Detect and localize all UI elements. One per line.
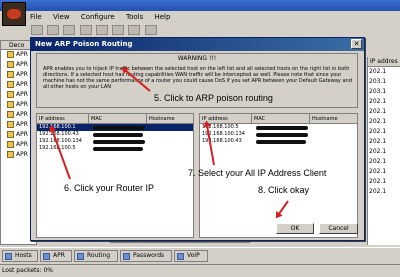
menu-bar: File View Configure Tools Help	[30, 11, 400, 23]
list-item[interactable]: 202.1	[368, 67, 400, 77]
apr-icon	[7, 151, 14, 158]
table-row[interactable]: 192.168.100.43	[37, 131, 193, 138]
redacted-mac	[256, 126, 308, 130]
apr-icon	[7, 141, 14, 148]
new-arp-poison-routing-dialog: New ARP Poison Routing ✕ WARNING !!! APR…	[30, 37, 365, 241]
redacted-mac	[93, 147, 143, 151]
apr-icon	[7, 111, 14, 118]
annotation-step-5: 5. Click to ARP poison routing	[154, 93, 273, 103]
source-host-list: IP address MAC Hostname 192.168.100.1 19…	[36, 113, 194, 238]
ip-cell: 192.168.100.43	[202, 138, 242, 144]
warning-text: APR enables you to hijack IP traffic bet…	[43, 66, 352, 90]
list-item[interactable]: 202.1	[368, 157, 400, 167]
passwords-icon	[123, 253, 130, 260]
tab-hosts[interactable]: Hosts	[2, 250, 38, 262]
voip-icon	[177, 253, 184, 260]
toolbar-button-icon[interactable]	[63, 25, 76, 35]
tab-passwords[interactable]: Passwords	[120, 250, 172, 262]
toolbar-button-icon[interactable]	[112, 25, 125, 35]
redacted-mac	[256, 133, 308, 137]
list-item[interactable]: 202.1	[368, 187, 400, 197]
ip-cell: 192.168.100.134	[39, 138, 82, 144]
toolbar	[30, 23, 400, 37]
dialog-title: New ARP Poison Routing ✕	[31, 38, 364, 51]
annotation-step-8: 8. Click okay	[258, 185, 310, 195]
list-item[interactable]: 202.1	[368, 137, 400, 147]
list-item[interactable]: 202.1	[368, 117, 400, 127]
warning-title: WARNING !!!	[177, 55, 217, 62]
list-item[interactable]: 202.1	[368, 167, 400, 177]
menu-help[interactable]: Help	[154, 11, 170, 23]
ip-cell: 192.168.100.43	[39, 131, 79, 137]
toolbar-button-icon[interactable]	[31, 25, 43, 35]
apr-icon	[7, 121, 14, 128]
tab-voip[interactable]: VoIP	[174, 250, 208, 262]
routing-icon	[77, 253, 84, 260]
apr-icon	[43, 253, 50, 260]
table-row[interactable]: 192.168.100.134	[200, 131, 357, 138]
cain-logo-icon	[7, 9, 21, 19]
bottom-tab-bar: Hosts APR Routing Passwords VoIP	[0, 247, 400, 262]
redacted-mac	[93, 126, 145, 130]
redacted-mac	[93, 140, 145, 144]
table-row[interactable]: 192.168.100.134	[37, 138, 193, 145]
hostname-column-header[interactable]: Hostname	[310, 114, 357, 124]
toolbar-button-icon[interactable]	[47, 25, 60, 35]
redacted-mac	[93, 133, 143, 137]
cancel-button[interactable]: Cancel	[319, 223, 358, 234]
list-item[interactable]: 202.1	[368, 127, 400, 137]
annotation-step-7: 7. Select your All IP Address Client	[188, 168, 327, 178]
tab-apr[interactable]: APR	[40, 250, 72, 262]
ip-cell: 192.168.100.1	[39, 124, 76, 130]
list-header: IP address MAC Hostname	[37, 114, 193, 124]
ip-address-column-header[interactable]: IP address	[37, 114, 89, 124]
ip-address-column-header[interactable]: IP addres	[368, 57, 400, 67]
toolbar-button-icon[interactable]	[128, 25, 141, 35]
list-item[interactable]: 202.1	[368, 177, 400, 187]
apr-icon	[7, 91, 14, 98]
close-icon[interactable]: ✕	[351, 39, 362, 49]
redacted-mac	[256, 140, 306, 144]
ok-button[interactable]: OK	[276, 223, 314, 234]
toolbar-button-icon[interactable]	[79, 25, 92, 35]
list-item[interactable]: 203.1	[368, 87, 400, 97]
table-row[interactable]: 192.168.100.5	[200, 124, 357, 131]
apr-icon	[7, 131, 14, 138]
apr-icon	[7, 51, 14, 58]
mac-column-header[interactable]: MAC	[89, 114, 147, 124]
list-item[interactable]: 203.1	[368, 77, 400, 87]
tab-routing[interactable]: Routing	[74, 250, 118, 262]
annotation-step-6: 6. Click your Router IP	[64, 183, 155, 193]
list-header: IP address MAC Hostname	[200, 114, 357, 124]
menu-tools[interactable]: Tools	[126, 11, 143, 23]
mac-column-header[interactable]: MAC	[252, 114, 310, 124]
toolbar-button-icon[interactable]	[95, 25, 108, 35]
menu-file[interactable]: File	[30, 11, 42, 23]
main-window-titlebar	[0, 0, 400, 11]
status-bar: Lost packets: 0%	[0, 264, 400, 277]
apr-icon	[7, 81, 14, 88]
app-logo	[2, 2, 26, 26]
apr-icon	[7, 101, 14, 108]
toolbar-button-icon[interactable]	[144, 25, 157, 35]
apr-icon	[7, 71, 14, 78]
list-item[interactable]: 202.1	[368, 97, 400, 107]
apr-icon	[7, 61, 14, 68]
menu-view[interactable]: View	[53, 11, 70, 23]
list-item[interactable]: 202.1	[368, 107, 400, 117]
hostname-column-header[interactable]: Hostname	[147, 114, 193, 124]
table-row[interactable]: 192.168.100.43	[200, 138, 357, 145]
list-item[interactable]: 202.1	[368, 147, 400, 157]
menu-configure[interactable]: Configure	[81, 11, 115, 23]
right-host-list: IP addres 202.1 203.1 203.1 202.1 202.1 …	[367, 57, 400, 245]
hosts-icon	[5, 253, 12, 260]
table-row[interactable]: 192.168.100.1	[37, 124, 193, 131]
